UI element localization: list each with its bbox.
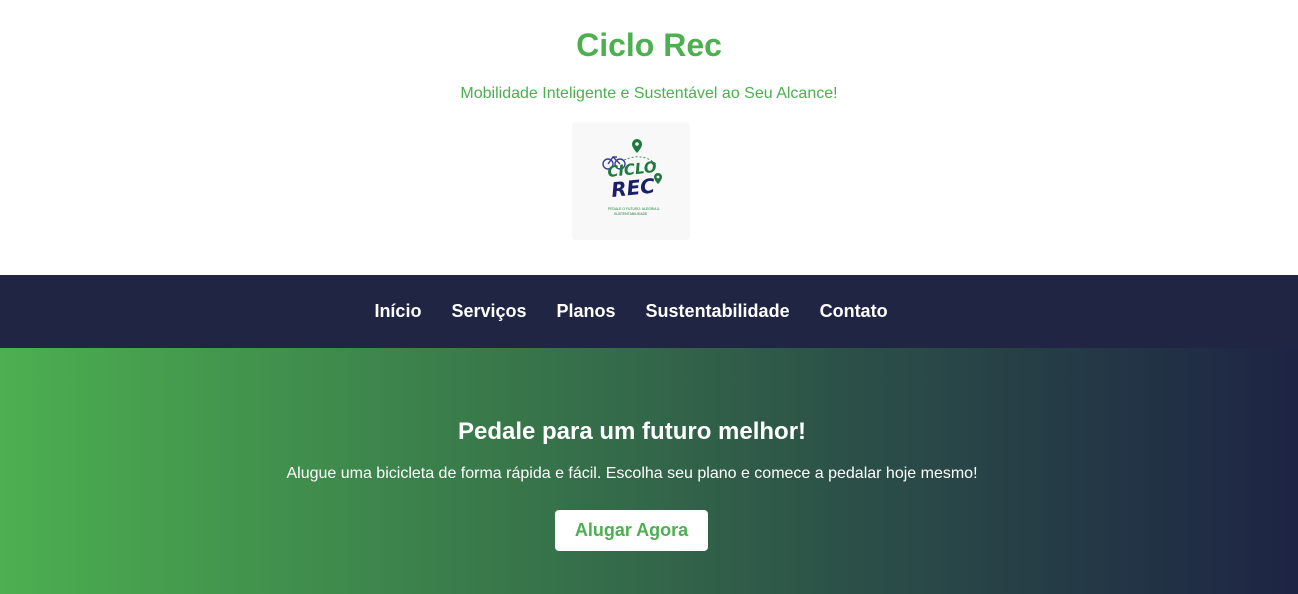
site-header: Ciclo Rec Mobilidade Inteligente e Suste…: [0, 0, 1298, 275]
nav-link-contato[interactable]: Contato: [820, 301, 888, 322]
hero-description: Alugue uma bicicleta de forma rápida e f…: [286, 465, 978, 482]
logo-image: CICLO REC PEDALE O FUTURO: ALEGRIA & SUS…: [602, 139, 662, 216]
logo: CICLO REC PEDALE O FUTURO: ALEGRIA & SUS…: [572, 122, 690, 240]
nav-link-servicos[interactable]: Serviços: [451, 301, 526, 322]
location-pin-icon: [632, 139, 642, 153]
logo-caption-line1: PEDALE O FUTURO: ALEGRIA &: [608, 207, 660, 211]
nav-link-planos[interactable]: Planos: [557, 301, 616, 322]
site-title: Ciclo Rec: [576, 27, 722, 63]
site-tagline: Mobilidade Inteligente e Sustentável ao …: [460, 85, 838, 102]
nav-link-inicio[interactable]: Início: [374, 301, 421, 322]
nav-link-sustentabilidade[interactable]: Sustentabilidade: [646, 301, 790, 322]
hero-title: Pedale para um futuro melhor!: [457, 418, 807, 445]
logo-text-rec: REC: [610, 173, 656, 201]
logo-caption-line2: SUSTENTABILIDADE: [614, 212, 648, 216]
hero-section: Pedale para um futuro melhor! Alugue uma…: [0, 348, 1298, 594]
rent-now-button[interactable]: Alugar Agora: [555, 510, 708, 551]
main-navigation: Início Serviços Planos Sustentabilidade …: [0, 275, 1298, 348]
